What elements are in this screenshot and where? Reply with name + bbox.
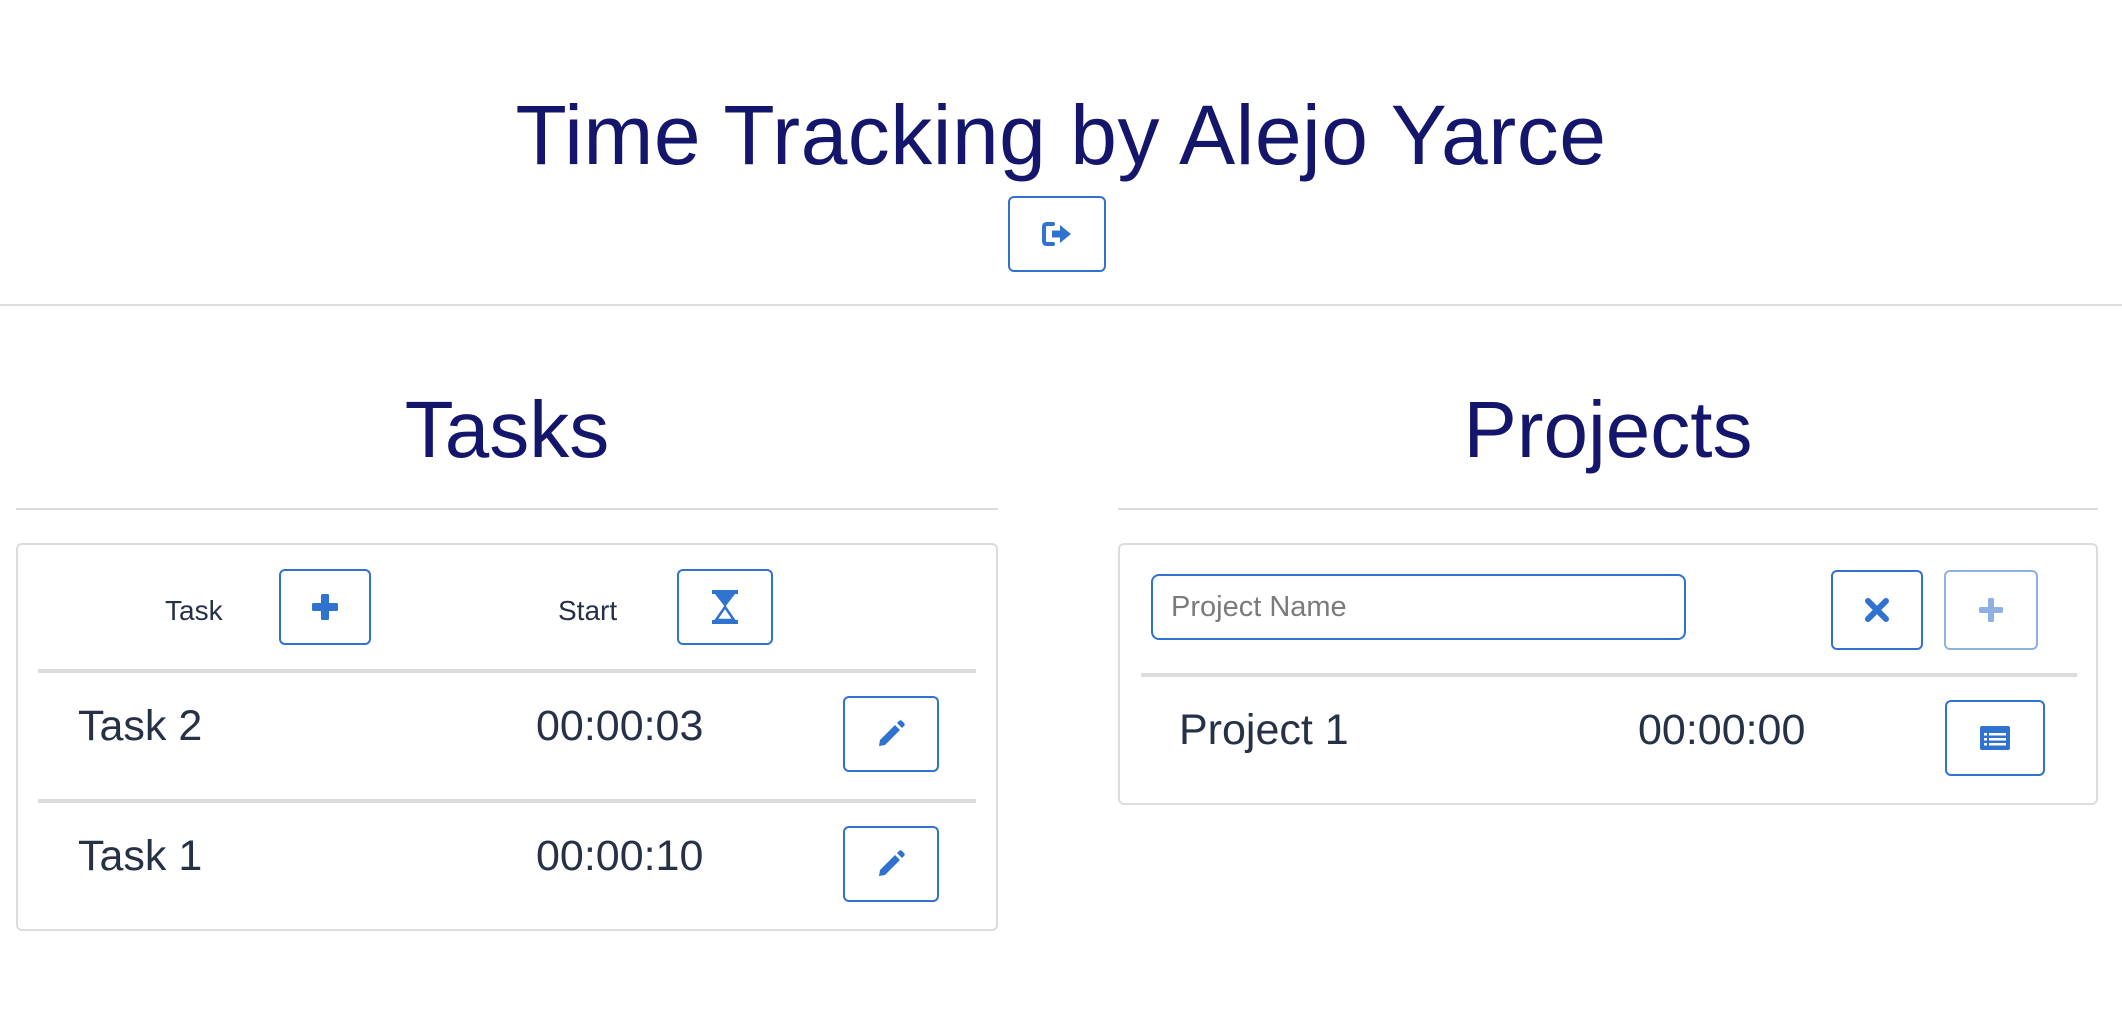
add-project-button[interactable] <box>1944 570 2038 650</box>
task-row-separator <box>38 799 976 803</box>
project-name-input[interactable] <box>1151 574 1686 640</box>
task-time: 00:00:03 <box>536 702 704 750</box>
tasks-header-separator <box>38 669 976 673</box>
logout-button[interactable] <box>1008 196 1106 272</box>
task-time: 00:00:10 <box>536 832 704 880</box>
project-details-button[interactable] <box>1945 700 2045 776</box>
plus-icon <box>312 594 338 620</box>
cancel-project-button[interactable] <box>1831 570 1923 650</box>
task-name: Task 2 <box>78 702 203 750</box>
projects-divider <box>1118 508 2098 510</box>
sign-out-icon <box>1042 222 1071 246</box>
add-task-button[interactable] <box>279 569 371 645</box>
projects-title: Projects <box>1463 385 1753 474</box>
project-time: 00:00:00 <box>1638 706 1806 754</box>
plus-icon <box>1979 598 2003 622</box>
start-timer-button[interactable] <box>677 569 773 645</box>
list-icon <box>1980 726 2010 750</box>
pencil-icon <box>879 720 905 746</box>
page-title: Time Tracking by Alejo Yarce <box>515 88 1607 182</box>
tasks-panel: Task Start Task 2 00:00:03 Task 1 00:00:… <box>16 543 998 931</box>
task-name: Task 1 <box>78 832 203 880</box>
task-column-label: Task <box>165 595 223 626</box>
projects-header-separator <box>1141 673 2077 677</box>
project-name: Project 1 <box>1179 706 1349 754</box>
hourglass-icon <box>712 590 738 624</box>
edit-task-button[interactable] <box>843 826 939 902</box>
tasks-title: Tasks <box>404 385 610 474</box>
header-divider <box>0 304 2122 306</box>
tasks-divider <box>16 508 998 510</box>
close-icon <box>1865 598 1889 622</box>
start-column-label: Start <box>558 595 618 626</box>
pencil-icon <box>879 850 905 876</box>
edit-task-button[interactable] <box>843 696 939 772</box>
projects-panel: Project 1 00:00:00 <box>1118 543 2098 805</box>
